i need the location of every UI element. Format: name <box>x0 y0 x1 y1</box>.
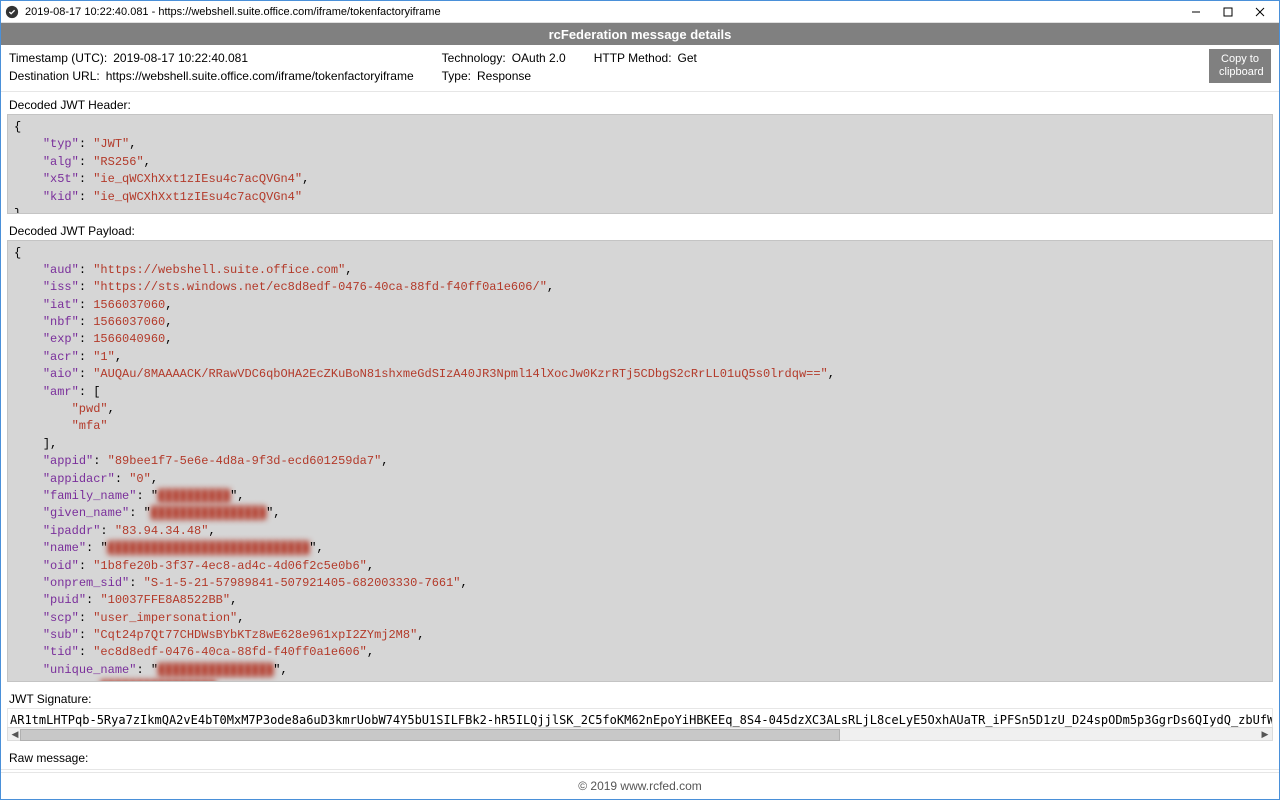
type-label: Type: <box>442 67 471 85</box>
window-titlebar: 2019-08-17 10:22:40.081 - https://webshe… <box>1 1 1279 23</box>
raw-message-label: Raw message: <box>1 747 1279 767</box>
window-title: 2019-08-17 10:22:40.081 - https://webshe… <box>25 6 1181 18</box>
dest-label: Destination URL: <box>9 67 100 85</box>
app-icon <box>5 5 19 19</box>
timestamp-value: 2019-08-17 10:22:40.081 <box>113 49 248 67</box>
scrollbar-thumb[interactable] <box>20 729 840 741</box>
footer-copyright: © 2019 www.rcfed.com <box>1 772 1279 799</box>
dest-value: https://webshell.suite.office.com/iframe… <box>106 67 414 85</box>
close-button[interactable] <box>1245 2 1275 22</box>
jwt-payload-code: { "aud": "https://webshell.suite.office.… <box>7 240 1273 683</box>
jwt-payload-label: Decoded JWT Payload: <box>1 220 1279 240</box>
type-value: Response <box>477 67 531 85</box>
scroll-right-icon[interactable]: ▶ <box>1258 728 1272 740</box>
signature-scrollbar[interactable]: ◀ ▶ <box>7 727 1273 741</box>
method-value: Get <box>678 49 697 67</box>
tech-label: Technology: <box>442 49 506 67</box>
minimize-button[interactable] <box>1181 2 1211 22</box>
page-banner: rcFederation message details <box>1 23 1279 45</box>
timestamp-label: Timestamp (UTC): <box>9 49 107 67</box>
jwt-signature-label: JWT Signature: <box>1 688 1279 708</box>
maximize-button[interactable] <box>1213 2 1243 22</box>
meta-panel: Timestamp (UTC):2019-08-17 10:22:40.081 … <box>1 45 1279 89</box>
jwt-header-code: { "typ": "JWT", "alg": "RS256", "x5t": "… <box>7 114 1273 214</box>
jwt-header-label: Decoded JWT Header: <box>1 94 1279 114</box>
jwt-signature-value: AR1tmLHTPqb-5Rya7zIkmQA2vE4bT0MxM7P3ode8… <box>7 708 1273 727</box>
method-label: HTTP Method: <box>594 49 672 67</box>
copy-to-clipboard-button[interactable]: Copy to clipboard <box>1209 49 1271 83</box>
tech-value: OAuth 2.0 <box>512 49 566 67</box>
